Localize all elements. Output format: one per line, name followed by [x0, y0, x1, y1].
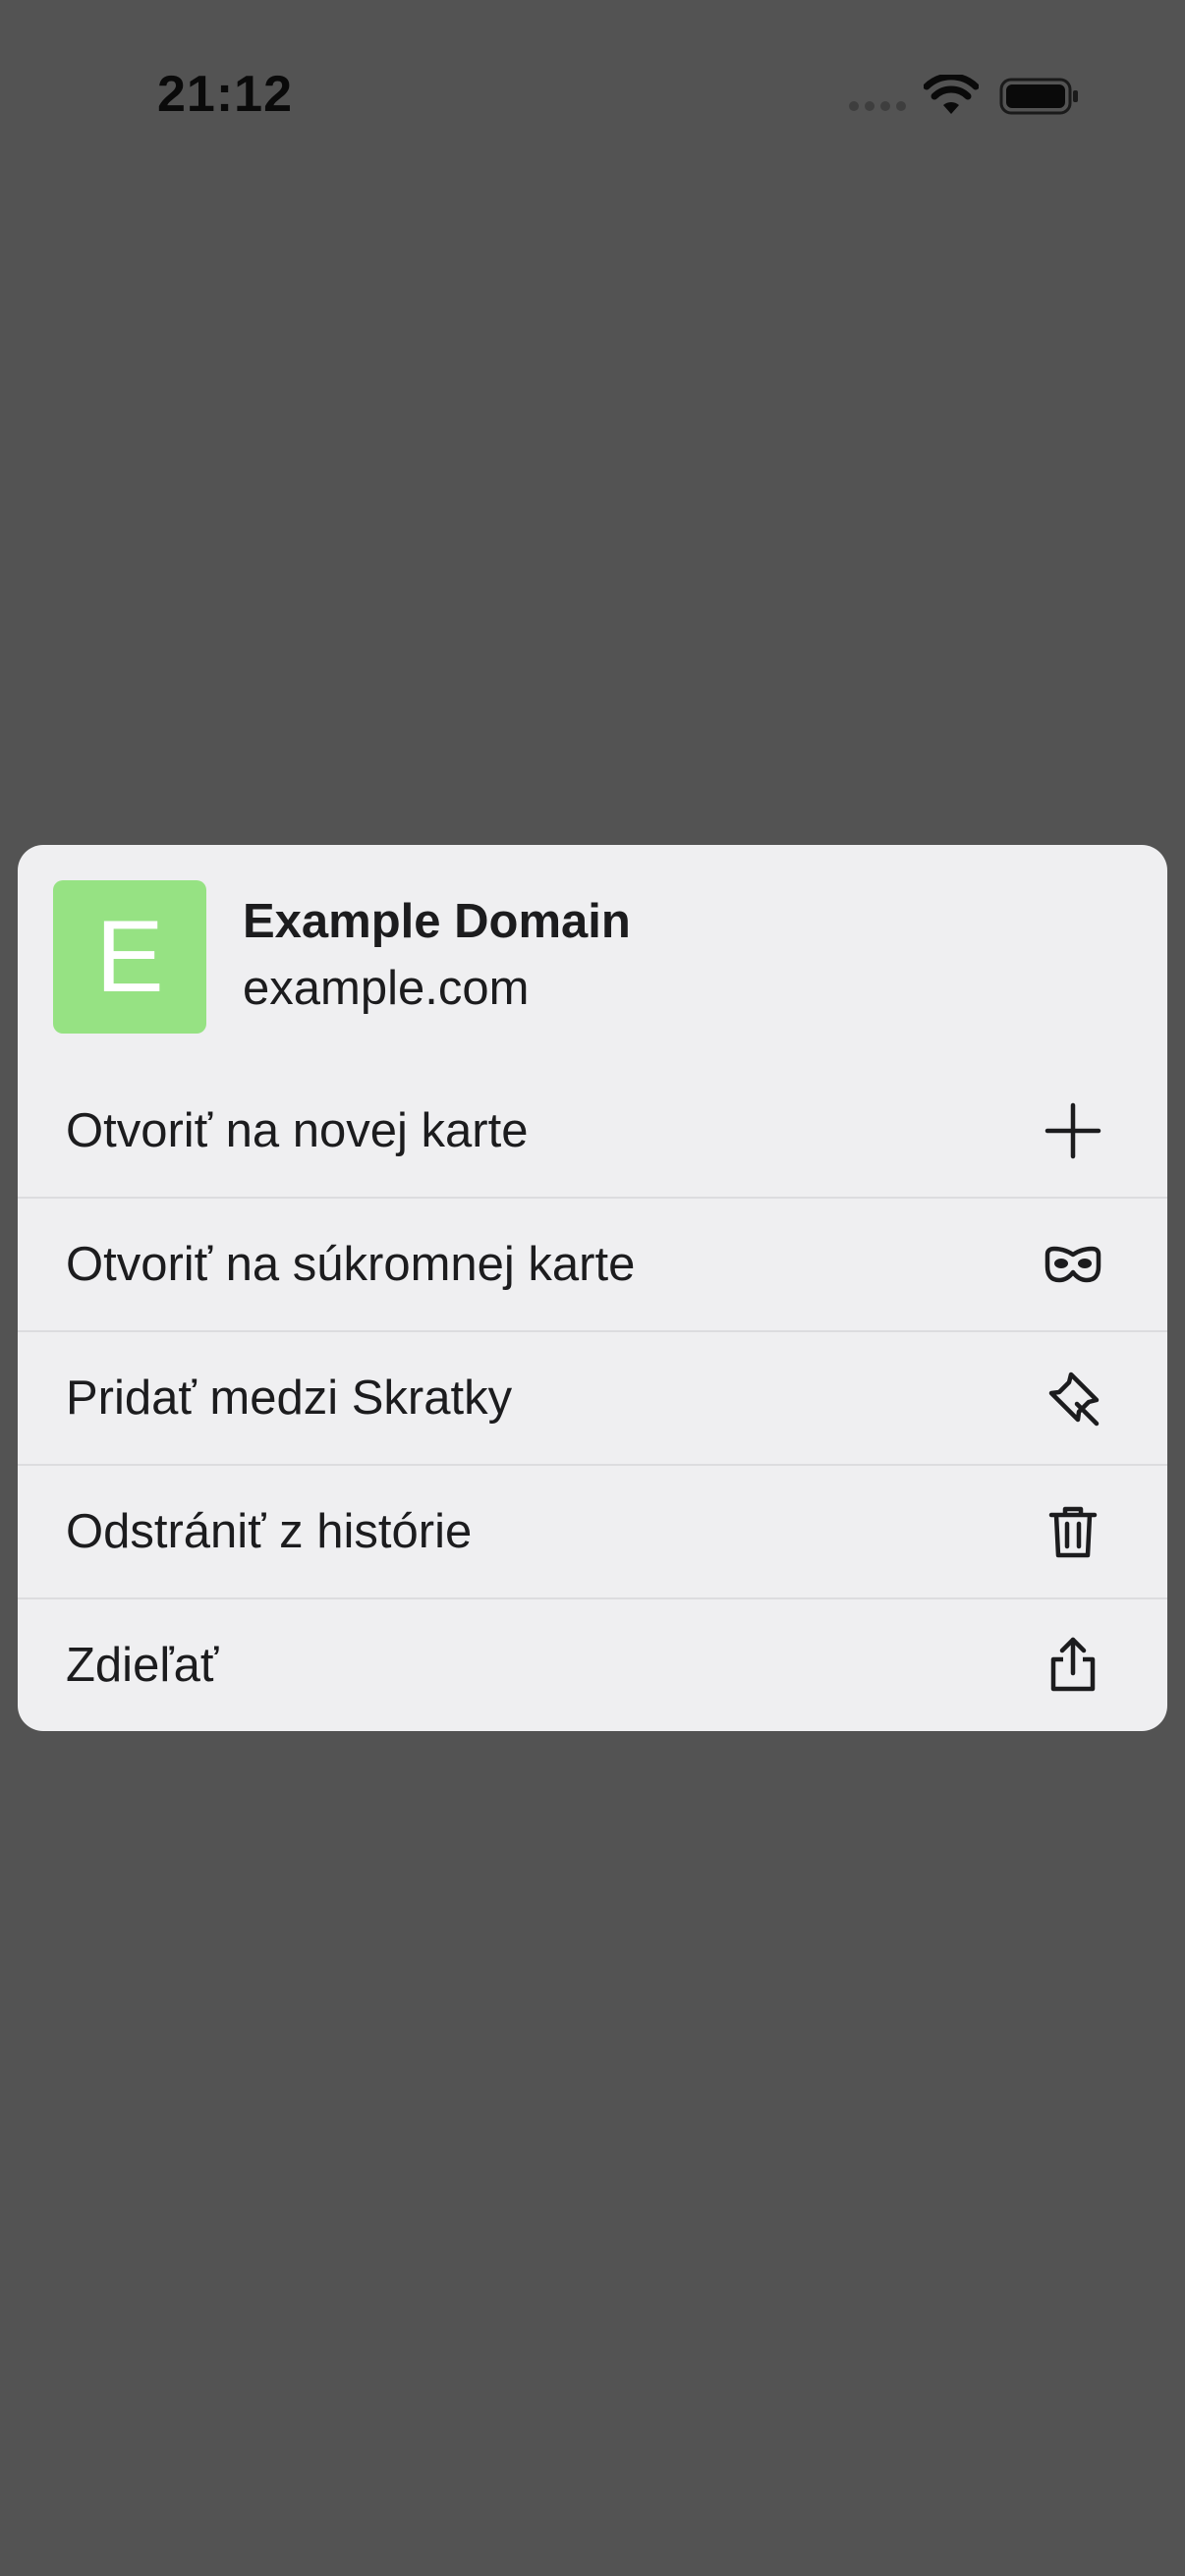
cellular-signal-icon [849, 101, 908, 111]
menu-item-label: Odstrániť z histórie [66, 1505, 473, 1558]
context-menu: E Example Domain example.com Otvoriť na … [18, 845, 1167, 1731]
menu-item-open-private-tab[interactable]: Otvoriť na súkromnej karte [18, 1199, 1167, 1330]
status-time: 21:12 [157, 66, 293, 123]
menu-item-label: Otvoriť na novej karte [66, 1104, 529, 1157]
menu-item-remove-from-history[interactable]: Odstrániť z histórie [18, 1466, 1167, 1597]
menu-item-share[interactable]: Zdieľať [18, 1599, 1167, 1731]
menu-item-open-new-tab[interactable]: Otvoriť na novej karte [18, 1065, 1167, 1197]
site-url: example.com [243, 962, 530, 1015]
status-bar: 21:12 [0, 0, 1185, 196]
share-icon [1050, 1637, 1096, 1692]
menu-item-label: Zdieľať [66, 1639, 219, 1692]
private-mask-icon [1044, 1246, 1101, 1283]
battery-icon [999, 78, 1078, 115]
pin-icon [1048, 1372, 1100, 1427]
menu-item-label: Otvoriť na súkromnej karte [66, 1238, 636, 1291]
menu-item-add-to-shortcuts[interactable]: Pridať medzi Skratky [18, 1332, 1167, 1464]
plus-icon [1044, 1102, 1101, 1159]
menu-item-label: Pridať medzi Skratky [66, 1372, 513, 1425]
trash-icon [1048, 1506, 1098, 1558]
link-preview-header: E Example Domain example.com [18, 845, 1167, 1065]
wifi-icon [924, 75, 979, 114]
site-title: Example Domain [243, 895, 631, 948]
site-favicon: E [53, 880, 206, 1034]
